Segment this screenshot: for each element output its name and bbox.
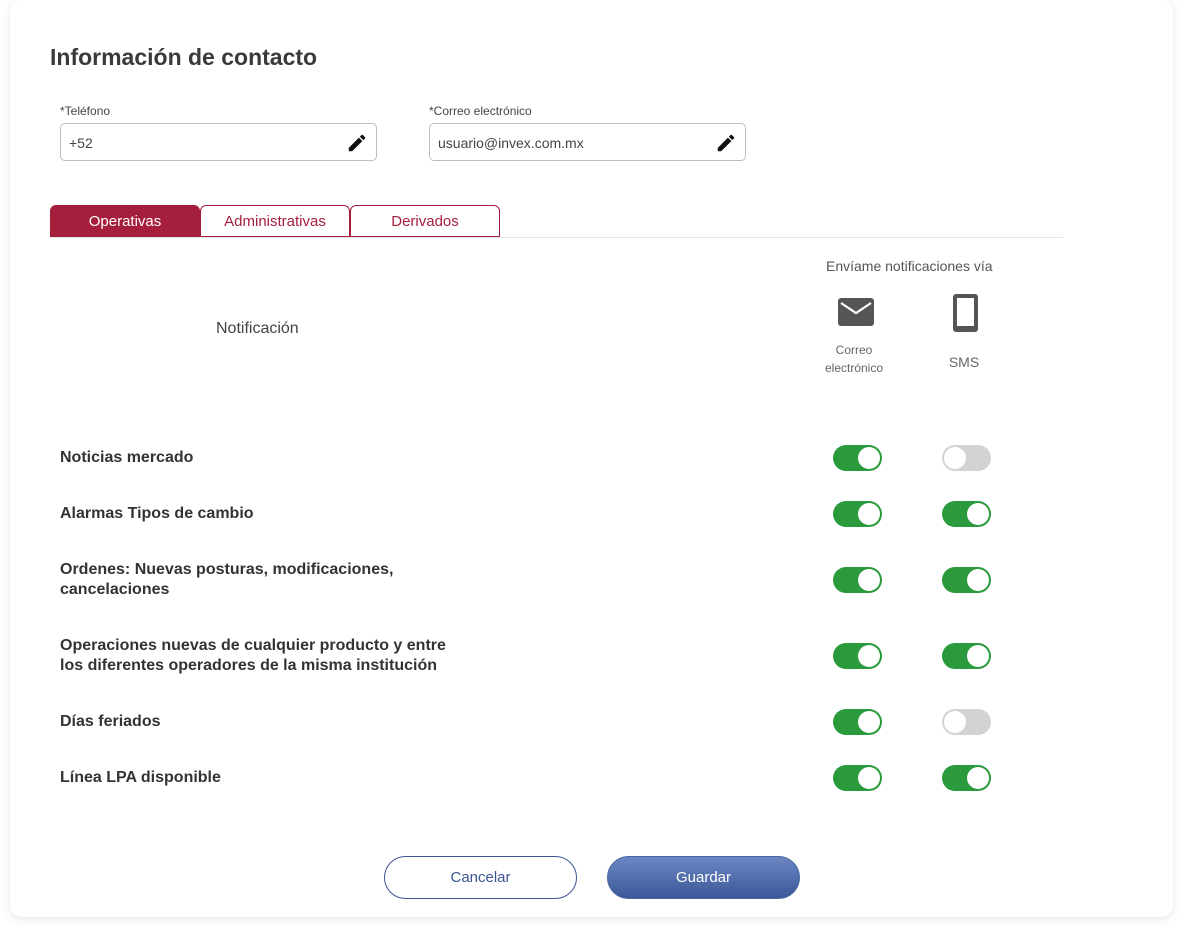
sms-toggle[interactable] <box>942 643 991 669</box>
sms-channel-label: SMS <box>948 354 980 370</box>
phone-label: *Teléfono <box>60 104 111 118</box>
row-label-line2: cancelaciones <box>60 581 170 598</box>
pencil-icon[interactable] <box>715 132 737 154</box>
row-label-line1: Operaciones nuevas de cualquier producto… <box>60 637 446 654</box>
email-toggle[interactable] <box>833 567 882 593</box>
email-channel-label-line1: Correo <box>835 343 873 357</box>
toggle-knob <box>858 569 880 591</box>
sms-toggle[interactable] <box>942 501 991 527</box>
row-label: Ordenes: Nuevas posturas, modificaciones… <box>60 560 393 600</box>
toggle-knob <box>858 447 880 469</box>
sms-toggle[interactable] <box>942 765 991 791</box>
sms-toggle[interactable] <box>942 709 991 735</box>
toggle-knob <box>858 503 880 525</box>
tab-operativas[interactable]: Operativas <box>50 205 200 237</box>
row-label-line1: Alarmas Tipos de cambio <box>60 505 254 522</box>
email-toggle[interactable] <box>833 445 882 471</box>
row-label: Línea LPA disponible <box>60 768 221 788</box>
tab-derivados[interactable]: Derivados <box>350 205 500 237</box>
toggle-knob <box>944 711 966 733</box>
sms-toggle[interactable] <box>942 567 991 593</box>
row-label: Operaciones nuevas de cualquier producto… <box>60 636 446 676</box>
email-toggle[interactable] <box>833 643 882 669</box>
cancel-button[interactable]: Cancelar <box>384 856 577 899</box>
toggle-knob <box>967 569 989 591</box>
email-label: *Correo electrónico <box>429 104 532 118</box>
toggle-knob <box>967 645 989 667</box>
row-label-line1: Noticias mercado <box>60 449 194 466</box>
phone-value[interactable]: +52 <box>69 135 93 151</box>
notification-header: Notificación <box>216 320 299 337</box>
email-toggle[interactable] <box>833 501 882 527</box>
tab-administrativas[interactable]: Administrativas <box>200 205 350 237</box>
toggle-knob <box>858 711 880 733</box>
row-label-line1: Ordenes: Nuevas posturas, modificaciones… <box>60 561 394 578</box>
email-channel-label-line2: electrónico <box>824 361 884 375</box>
sms-toggle[interactable] <box>942 445 991 471</box>
email-value[interactable]: usuario@invex.com.mx <box>438 135 584 151</box>
email-toggle[interactable] <box>833 709 882 735</box>
mail-icon <box>838 298 874 331</box>
toggle-knob <box>944 447 966 469</box>
toggle-knob <box>858 645 880 667</box>
toggle-knob <box>967 503 989 525</box>
email-channel-label: Correo electrónico <box>814 341 894 377</box>
row-label: Noticias mercado <box>60 448 193 468</box>
save-button[interactable]: Guardar <box>607 856 800 899</box>
phone-icon <box>953 294 978 337</box>
email-field[interactable]: usuario@invex.com.mx <box>429 123 746 161</box>
row-label: Días feriados <box>60 712 160 732</box>
toggle-knob <box>967 767 989 789</box>
row-label: Alarmas Tipos de cambio <box>60 504 254 524</box>
phone-field[interactable]: +52 <box>60 123 377 161</box>
row-label-line2: los diferentes operadores de la misma in… <box>60 657 437 674</box>
pencil-icon[interactable] <box>346 132 368 154</box>
toggle-knob <box>858 767 880 789</box>
via-header: Envíame notificaciones vía <box>826 258 993 274</box>
row-label-line1: Línea LPA disponible <box>60 769 221 786</box>
tab-divider <box>50 237 1063 238</box>
row-label-line1: Días feriados <box>60 713 161 730</box>
email-toggle[interactable] <box>833 765 882 791</box>
page-title: Información de contacto <box>50 44 318 70</box>
